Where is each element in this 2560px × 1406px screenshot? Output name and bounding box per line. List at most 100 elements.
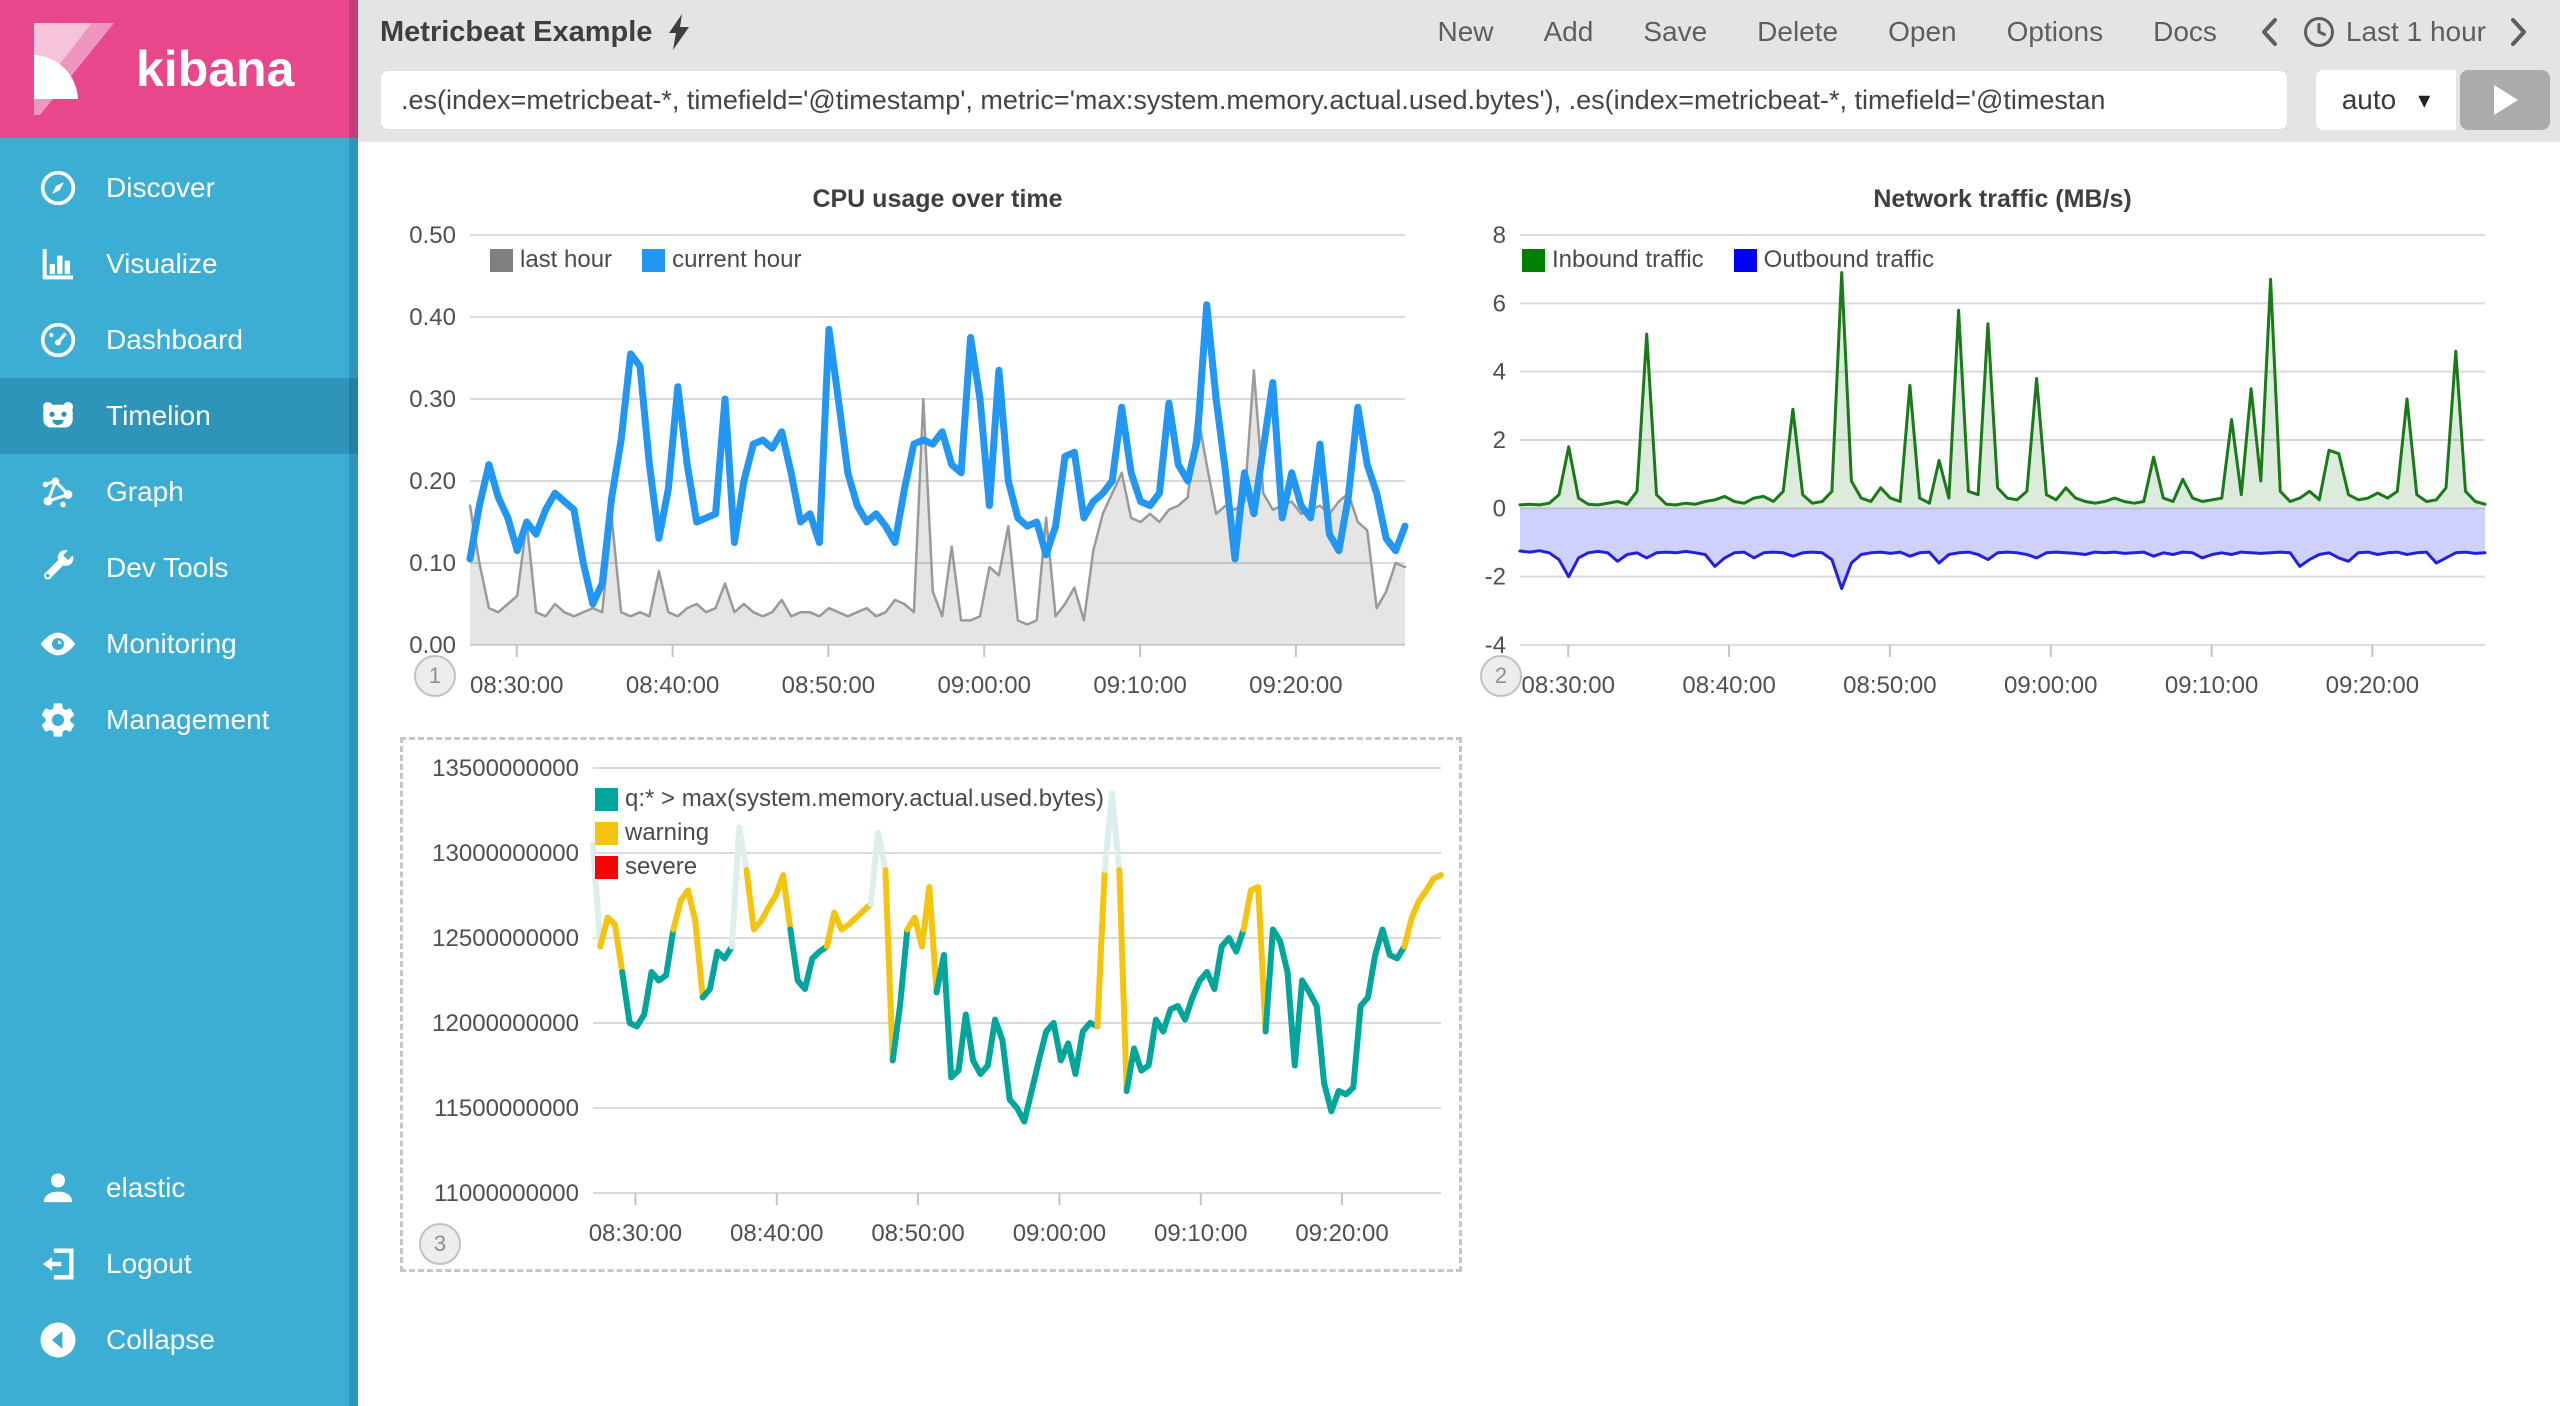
- svg-text:08:40:00: 08:40:00: [730, 1220, 823, 1247]
- chart-legend: Inbound trafficOutbound traffic: [1522, 243, 1964, 277]
- chart-cpu-usage[interactable]: 0.000.100.200.300.400.5008:30:0008:40:00…: [400, 175, 1440, 720]
- sidebar-item-label: Discover: [106, 172, 215, 204]
- chart-number-badge: 2: [1480, 655, 1522, 697]
- time-forward-button[interactable]: [2492, 15, 2546, 49]
- sidebar-item-label: Monitoring: [106, 628, 237, 660]
- legend-item: q:* > max(system.memory.actual.used.byte…: [595, 782, 1104, 816]
- legend-swatch-icon: [595, 822, 618, 845]
- sidebar-item-label: Visualize: [106, 248, 218, 280]
- sidebar-item-graph[interactable]: Graph: [0, 454, 358, 530]
- legend-swatch-icon: [1522, 249, 1545, 272]
- chevron-right-icon: [2508, 15, 2530, 49]
- sidebar-item-timelion[interactable]: Timelion: [0, 378, 358, 454]
- wrench-icon: [36, 546, 80, 590]
- sidebar-item-visualize[interactable]: Visualize: [0, 226, 358, 302]
- timelion-query-input[interactable]: [380, 70, 2288, 130]
- app-root: kibana Discover Visualize DashboardTimelio…: [0, 0, 2560, 1406]
- user-icon: [36, 1166, 80, 1210]
- chart-network-traffic[interactable]: -4-20246808:30:0008:40:0008:50:0009:00:0…: [1480, 175, 2530, 720]
- svg-text:08:30:00: 08:30:00: [589, 1220, 682, 1247]
- svg-text:0.50: 0.50: [409, 222, 456, 249]
- svg-text:0.20: 0.20: [409, 468, 456, 495]
- legend-label: q:* > max(system.memory.actual.used.byte…: [625, 785, 1104, 813]
- interval-select[interactable]: auto ▾: [2316, 70, 2456, 130]
- svg-text:11000000000: 11000000000: [434, 1180, 579, 1207]
- menu-item-delete[interactable]: Delete: [1732, 16, 1863, 48]
- sidebar-item-label: Logout: [106, 1248, 192, 1280]
- page-title: Metricbeat Example: [380, 16, 652, 49]
- sidebar-item-label: Graph: [106, 476, 184, 508]
- run-query-button[interactable]: [2460, 70, 2550, 130]
- legend-swatch-icon: [642, 249, 665, 272]
- legend-swatch-icon: [595, 856, 618, 879]
- svg-text:09:10:00: 09:10:00: [1093, 672, 1186, 699]
- svg-text:09:10:00: 09:10:00: [1154, 1220, 1247, 1247]
- sidebar-item-dev-tools[interactable]: Dev Tools: [0, 530, 358, 606]
- chart-number-badge: 3: [419, 1223, 461, 1265]
- menu-item-docs[interactable]: Docs: [2128, 16, 2242, 48]
- gear-icon: [36, 698, 80, 742]
- svg-text:08:50:00: 08:50:00: [782, 672, 875, 699]
- svg-text:09:00:00: 09:00:00: [938, 672, 1031, 699]
- svg-text:6: 6: [1493, 290, 1506, 317]
- graph-icon: [36, 470, 80, 514]
- svg-text:09:10:00: 09:10:00: [2165, 672, 2258, 699]
- chart-legend: last hour current hour: [490, 243, 831, 277]
- timelion-icon: [36, 394, 80, 438]
- chart-legend: q:* > max(system.memory.actual.used.byte…: [595, 782, 1134, 884]
- collapse-circle-icon: [36, 1318, 80, 1362]
- sidebar-item-monitoring[interactable]: Monitoring: [0, 606, 358, 682]
- menu-item-new[interactable]: New: [1412, 16, 1518, 48]
- lightning-icon: [666, 14, 692, 50]
- svg-text:09:20:00: 09:20:00: [1249, 672, 1342, 699]
- svg-text:8: 8: [1493, 222, 1506, 249]
- logout-icon: [36, 1242, 80, 1286]
- time-picker[interactable]: Last 1 hour: [2296, 15, 2492, 49]
- chart-title: CPU usage over time: [470, 185, 1405, 214]
- kibana-logo-icon: [34, 23, 114, 115]
- menu-item-add[interactable]: Add: [1519, 16, 1619, 48]
- menu-item-open[interactable]: Open: [1863, 16, 1982, 48]
- kibana-logo[interactable]: kibana: [0, 0, 358, 138]
- sidebar-footer-item-elastic[interactable]: elastic: [0, 1150, 358, 1226]
- sidebar-nav: Discover Visualize DashboardTimelion Graph D…: [0, 150, 358, 758]
- eye-icon: [36, 622, 80, 666]
- legend-swatch-icon: [1734, 249, 1757, 272]
- svg-text:12500000000: 12500000000: [432, 925, 579, 952]
- svg-text:08:30:00: 08:30:00: [470, 672, 563, 699]
- svg-text:09:00:00: 09:00:00: [1013, 1220, 1106, 1247]
- svg-text:08:40:00: 08:40:00: [1682, 672, 1775, 699]
- chart-title: Network traffic (MB/s): [1520, 185, 2485, 214]
- svg-text:4: 4: [1493, 359, 1506, 386]
- svg-text:09:20:00: 09:20:00: [2326, 672, 2419, 699]
- sidebar: kibana Discover Visualize DashboardTimelio…: [0, 0, 358, 1406]
- compass-icon: [36, 166, 80, 210]
- legend-item: Inbound traffic: [1522, 243, 1704, 277]
- sidebar-item-dashboard[interactable]: Dashboard: [0, 302, 358, 378]
- legend-swatch-icon: [595, 788, 618, 811]
- legend-item: current hour: [642, 243, 801, 277]
- svg-text:08:50:00: 08:50:00: [871, 1220, 964, 1247]
- svg-text:13000000000: 13000000000: [432, 840, 579, 867]
- svg-text:09:00:00: 09:00:00: [2004, 672, 2097, 699]
- svg-text:08:50:00: 08:50:00: [1843, 672, 1936, 699]
- svg-text:0.30: 0.30: [409, 386, 456, 413]
- svg-text:0.40: 0.40: [409, 304, 456, 331]
- svg-text:11500000000: 11500000000: [434, 1095, 579, 1122]
- sidebar-footer-item-logout[interactable]: Logout: [0, 1226, 358, 1302]
- sidebar-item-management[interactable]: Management: [0, 682, 358, 758]
- sidebar-footer: elastic Logout Collapse: [0, 1150, 358, 1378]
- legend-label: current hour: [672, 246, 801, 274]
- chart-memory-used[interactable]: 1100000000011500000000120000000001250000…: [400, 737, 1462, 1272]
- legend-item: last hour: [490, 243, 612, 277]
- sidebar-footer-item-collapse[interactable]: Collapse: [0, 1302, 358, 1378]
- chevron-left-icon: [2258, 15, 2280, 49]
- menu-item-save[interactable]: Save: [1618, 16, 1732, 48]
- legend-item: severe: [595, 850, 697, 884]
- time-back-button[interactable]: [2242, 15, 2296, 49]
- legend-label: last hour: [520, 246, 612, 274]
- menu-item-options[interactable]: Options: [1982, 16, 2129, 48]
- time-picker-label: Last 1 hour: [2346, 16, 2486, 48]
- play-icon: [2490, 83, 2520, 117]
- sidebar-item-discover[interactable]: Discover: [0, 150, 358, 226]
